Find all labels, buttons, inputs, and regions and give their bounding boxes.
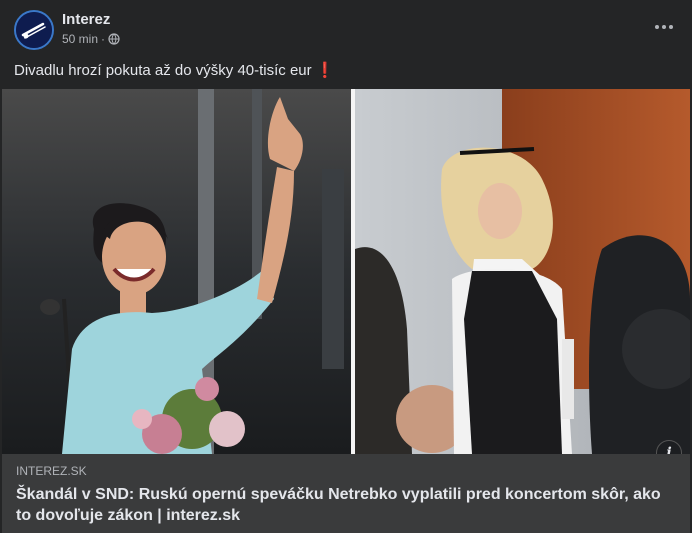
link-preview-card[interactable]: INTEREZ.SK Škandál v SND: Ruskú opernú s…	[2, 454, 690, 533]
dot	[655, 25, 659, 29]
right-photo	[355, 89, 690, 454]
globe-icon[interactable]	[108, 33, 120, 45]
page-name[interactable]: Interez	[62, 11, 110, 28]
post-meta: 50 min ·	[62, 32, 120, 46]
post-time[interactable]: 50 min	[62, 32, 98, 46]
facebook-post: Interez 50 min · Divadlu hrozí pokuta až…	[0, 0, 692, 533]
post-message: Divadlu hrozí pokuta až do výšky 40-tisí…	[14, 62, 312, 79]
dot	[669, 25, 673, 29]
link-domain: INTEREZ.SK	[16, 464, 87, 478]
interez-logo-icon	[16, 12, 52, 48]
left-photo	[2, 89, 351, 454]
post-text: Divadlu hrozí pokuta až do výšky 40-tisí…	[14, 61, 335, 79]
page-avatar[interactable]	[14, 10, 54, 50]
meta-separator: ·	[101, 32, 106, 46]
exclamation-emoji: ❗	[315, 62, 335, 79]
link-headline[interactable]: Škandál v SND: Ruskú opernú speváčku Net…	[16, 484, 676, 526]
dot	[662, 25, 666, 29]
more-dots-icon[interactable]	[650, 16, 678, 38]
photo-collage	[2, 89, 690, 454]
link-preview-image[interactable]: i	[2, 89, 690, 454]
post-header: Interez 50 min ·	[14, 10, 678, 50]
